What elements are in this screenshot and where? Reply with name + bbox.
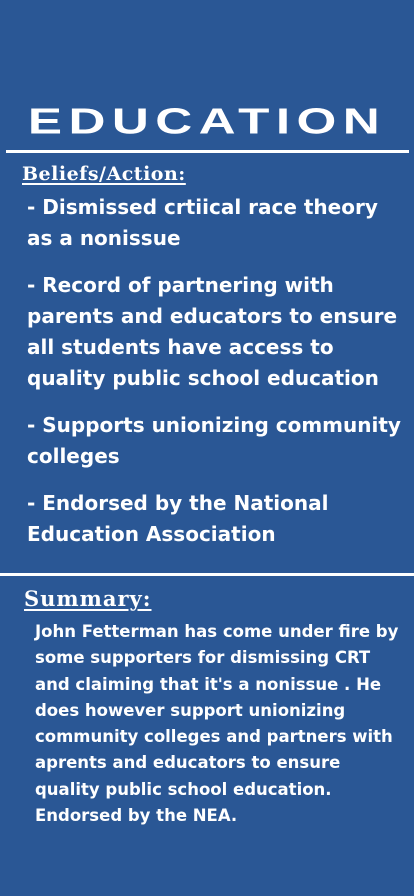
beliefs-list: - Dismissed crtiical race theory as a no…	[27, 192, 407, 566]
summary-text: John Fetterman has come under fire by so…	[35, 622, 399, 826]
belief-item-endorsement: - Endorsed by the National Education Ass…	[27, 491, 329, 546]
summary-heading: Summary:	[24, 586, 152, 611]
beliefs-heading: Beliefs/Action:	[22, 163, 186, 185]
belief-item-partnering: - Record of partnering with parents and …	[27, 273, 398, 390]
belief-item-unionizing: - Supports unionizing community colleges	[27, 413, 401, 468]
belief-item-critical-race-theory: - Dismissed crtiical race theory as a no…	[27, 195, 378, 250]
page-title: EDUCATION	[27, 101, 387, 142]
section-divider	[0, 573, 414, 576]
title-divider	[6, 150, 409, 153]
